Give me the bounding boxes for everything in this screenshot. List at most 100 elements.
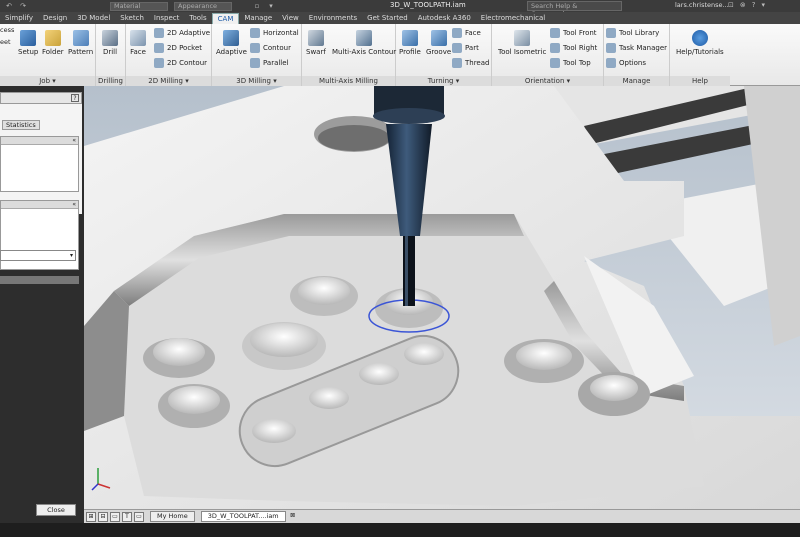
setup-icon xyxy=(20,30,37,46)
options-button[interactable]: Options xyxy=(606,58,646,68)
help-circle-icon xyxy=(691,30,708,46)
tab-simplify[interactable]: Simplify xyxy=(0,13,38,24)
tab-manage[interactable]: Manage xyxy=(239,13,277,24)
tab-view[interactable]: View xyxy=(277,13,304,24)
close-button[interactable]: Close xyxy=(36,504,76,516)
user-name[interactable]: lars.christense... xyxy=(675,1,729,9)
group-2d-milling-label[interactable]: 2D Milling ▾ xyxy=(126,76,211,86)
arrange-icon[interactable]: T xyxy=(122,511,132,522)
group-3d-milling-label[interactable]: 3D Milling ▾ xyxy=(212,76,301,86)
tool-right-icon xyxy=(550,43,560,53)
document-tab-bar: ⊞ ⊟ ▭ T ▭ My Home 3D_W_TOOLPAT....iam ⊠ xyxy=(84,509,800,523)
store-icon[interactable]: ⊗ xyxy=(740,1,746,9)
multi-axis-contour-button[interactable]: Multi-Axis Contour xyxy=(332,30,396,56)
viewport-canvas[interactable] xyxy=(84,86,800,523)
group-turning-label[interactable]: Turning ▾ xyxy=(396,76,491,86)
qat-menu-icon[interactable]: ▾ xyxy=(266,2,276,10)
tool-top-button[interactable]: Tool Top xyxy=(550,58,591,68)
part-icon xyxy=(452,43,462,53)
exchange-icon[interactable]: ⊡ xyxy=(728,1,734,9)
2d-contour-button[interactable]: 2D Contour xyxy=(154,58,207,68)
group-orientation: Tool Isometric Tool Front Tool Right Too… xyxy=(492,24,604,86)
tab-tools[interactable]: Tools xyxy=(184,13,211,24)
2d-adaptive-button[interactable]: 2D Adaptive xyxy=(154,28,210,38)
group-job-label[interactable]: Job ▾ xyxy=(0,76,95,86)
statistics-tab[interactable]: Statistics xyxy=(2,120,40,130)
window-icon[interactable]: ▭ xyxy=(134,511,144,522)
drill-button[interactable]: Drill xyxy=(102,30,118,56)
tool-front-icon xyxy=(550,28,560,38)
face-button[interactable]: Face xyxy=(130,30,146,56)
swarf-icon xyxy=(307,30,324,46)
horizontal-button[interactable]: Horizontal xyxy=(250,28,299,38)
folder-button[interactable]: Folder xyxy=(42,30,64,56)
group-manage: Tool Library Task Manager Options Manage xyxy=(604,24,670,86)
horizontal-icon xyxy=(250,28,260,38)
panel-dropdown[interactable]: ▾ xyxy=(0,250,76,261)
tile-horizontal-icon[interactable]: ⊞ xyxy=(86,511,96,522)
tab-sketch[interactable]: Sketch xyxy=(115,13,149,24)
tab-get-started[interactable]: Get Started xyxy=(362,13,413,24)
panel-help-icon[interactable]: ? xyxy=(71,94,79,102)
cascade-icon[interactable]: ▭ xyxy=(110,511,120,522)
tab-design[interactable]: Design xyxy=(38,13,72,24)
group-drilling: Drill Drilling xyxy=(96,24,126,86)
tab-my-home[interactable]: My Home xyxy=(150,511,195,522)
groove-button[interactable]: Groove xyxy=(426,30,451,56)
tab-inspect[interactable]: Inspect xyxy=(149,13,185,24)
adaptive-button[interactable]: Adaptive xyxy=(216,30,247,56)
tab-electromechanical[interactable]: Electromechanical xyxy=(476,13,550,24)
tab-document[interactable]: 3D_W_TOOLPAT....iam xyxy=(200,511,286,522)
tab-environments[interactable]: Environments xyxy=(304,13,362,24)
tool-right-button[interactable]: Tool Right xyxy=(550,43,597,53)
tile-vertical-icon[interactable]: ⊟ xyxy=(98,511,108,522)
sheet-partial-label[interactable]: eet xyxy=(0,38,11,46)
tool-top-icon xyxy=(550,58,560,68)
collapse-icon[interactable]: « xyxy=(72,201,76,209)
turning-face-icon xyxy=(452,28,462,38)
section-1-header[interactable]: « xyxy=(1,137,78,145)
tab-cam[interactable]: CAM xyxy=(211,13,240,24)
undo-icon[interactable]: ↶ xyxy=(4,2,14,10)
group-2d-milling: Face 2D Adaptive 2D Pocket 2D Contour 2D… xyxy=(126,24,212,86)
tool-front-button[interactable]: Tool Front xyxy=(550,28,597,38)
tool-isometric-button[interactable]: Tool Isometric xyxy=(498,30,546,56)
process-partial-label[interactable]: cess xyxy=(0,26,14,34)
close-tab-icon[interactable]: ⊠ xyxy=(288,512,298,522)
group-manage-label: Manage xyxy=(604,76,669,86)
ribbon: cess eet Setup Folder Pattern Job ▾ Dril… xyxy=(0,24,800,86)
thread-button[interactable]: Thread xyxy=(452,58,489,68)
group-3d-milling: Adaptive Horizontal Contour Parallel 3D … xyxy=(212,24,302,86)
parallel-icon xyxy=(250,58,260,68)
tab-autodesk-a360[interactable]: Autodesk A360 xyxy=(413,13,476,24)
section-2-header[interactable]: « xyxy=(1,201,78,209)
2d-pocket-button[interactable]: 2D Pocket xyxy=(154,43,202,53)
tab-3d-model[interactable]: 3D Model xyxy=(72,13,115,24)
title-right-icons: ⊡ ⊗ ? ▾ xyxy=(728,1,765,9)
adjust-icon[interactable]: ▫ xyxy=(252,2,262,10)
redo-icon[interactable]: ↷ xyxy=(18,2,28,10)
tool-library-button[interactable]: Tool Library xyxy=(606,28,659,38)
turning-face-button[interactable]: Face xyxy=(452,28,481,38)
2d-contour-icon xyxy=(154,58,164,68)
search-input[interactable]: Search Help & Commands... xyxy=(527,1,622,18)
swarf-button[interactable]: Swarf xyxy=(306,30,326,56)
collapse-icon[interactable]: « xyxy=(72,137,76,145)
appearance-combo[interactable]: Appearance xyxy=(174,1,232,11)
task-manager-button[interactable]: Task Manager xyxy=(606,43,667,53)
groove-icon xyxy=(430,30,447,46)
drill-icon xyxy=(102,30,118,46)
pattern-button[interactable]: Pattern xyxy=(68,30,93,56)
parallel-button[interactable]: Parallel xyxy=(250,58,289,68)
2d-adaptive-icon xyxy=(154,28,164,38)
part-button[interactable]: Part xyxy=(452,43,479,53)
help-icon[interactable]: ? xyxy=(752,1,756,9)
profile-button[interactable]: Profile xyxy=(399,30,421,56)
setup-button[interactable]: Setup xyxy=(18,30,38,56)
help-menu-icon[interactable]: ▾ xyxy=(761,1,765,9)
material-combo[interactable]: Material xyxy=(110,1,168,11)
group-orientation-label[interactable]: Orientation ▾ xyxy=(492,76,603,86)
contour-button[interactable]: Contour xyxy=(250,43,291,53)
3d-viewport[interactable] xyxy=(84,86,800,523)
help-tutorials-button[interactable]: Help/Tutorials xyxy=(676,30,724,56)
